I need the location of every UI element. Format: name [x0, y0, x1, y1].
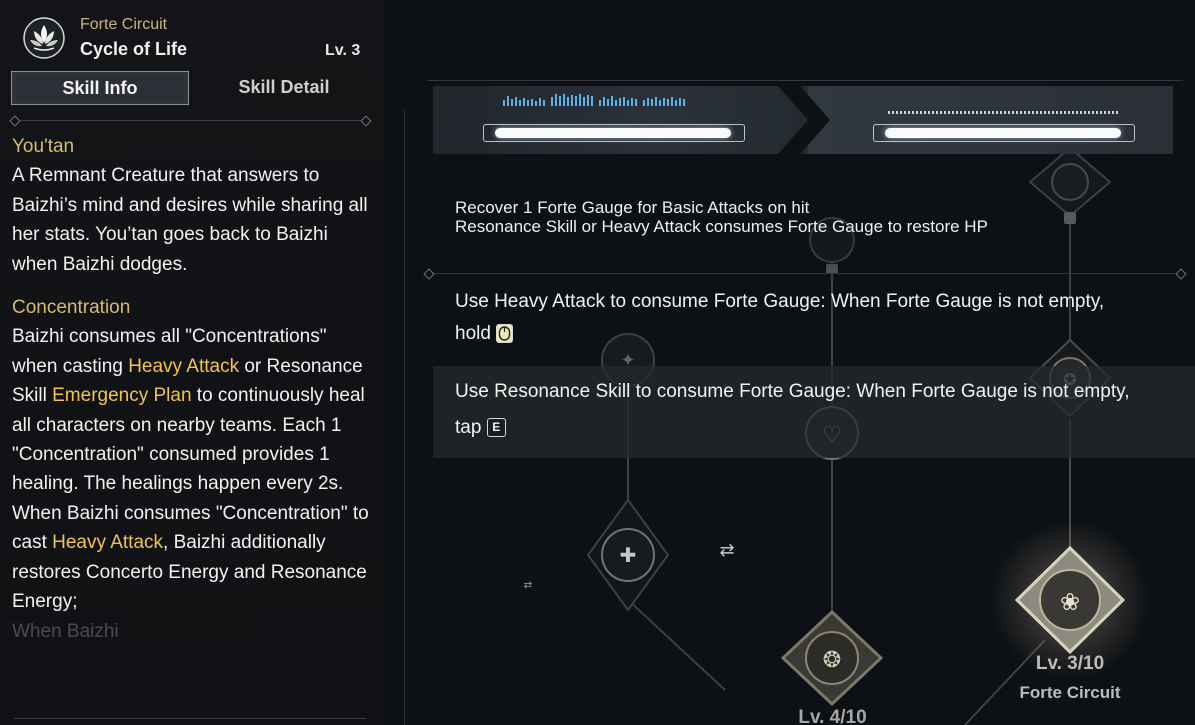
keyword-heavy-attack: Heavy Attack — [52, 532, 164, 554]
heavy-attack-description: Use Heavy Attack to consume Forte Gauge:… — [455, 291, 1105, 312]
tab-skill-info[interactable]: Skill Info — [11, 71, 189, 105]
tip-line-2: Resonance Skill or Heavy Attack consumes… — [455, 217, 988, 236]
tree-node[interactable]: ✚ — [586, 498, 670, 612]
gauge-segment-right — [808, 86, 1173, 154]
tree-node[interactable]: ❂ — [780, 609, 884, 707]
tip-line-1: Recover 1 Forte Gauge for Basic Attacks … — [455, 198, 810, 217]
section-body-concentration-2: When Baizhi consumes "Concentration" to … — [12, 499, 377, 617]
header-subtitle: Forte Circuit — [80, 16, 168, 33]
forte-tree-panel: ✦ ✚ ♡ ✪ ❀ — [405, 0, 1195, 725]
heavy-attack-row: Use Heavy Attack to consume Forte Gauge:… — [433, 286, 1195, 356]
tab-bar: Skill Info Skill Detail — [11, 71, 375, 105]
heavy-attack-action-label: hold — [455, 323, 491, 344]
tab-skill-detail[interactable]: Skill Detail — [196, 71, 372, 103]
svg-text:⇄: ⇄ — [719, 540, 734, 561]
divider — [427, 273, 1183, 274]
divider — [14, 718, 366, 719]
section-body-youtan: A Remnant Creature that answers to Baizh… — [12, 165, 368, 275]
resonance-skill-text: Use Resonance Skill to consume Forte Gau… — [455, 376, 1129, 444]
key-e-icon: E — [486, 418, 506, 438]
forte-gauge — [433, 86, 1173, 154]
divider-diamond-icon — [360, 115, 372, 127]
gauge-fill-left — [495, 128, 731, 138]
skill-header: Forte Circuit Cycle of Life Lv. 3 — [0, 0, 385, 70]
forte-circuit-label: Forte Circuit — [1019, 683, 1121, 702]
resonance-skill-action: tap E — [455, 412, 1129, 444]
svg-text:⇄: ⇄ — [524, 580, 532, 591]
keyword-heavy-attack: Heavy Attack — [128, 355, 240, 377]
skill-info-panel: Forte Circuit Cycle of Life Lv. 3 Skill … — [0, 0, 385, 725]
divider — [427, 80, 1183, 81]
section-body-faded: When Baizhi — [12, 620, 119, 642]
gauge-ticks-right — [888, 102, 1118, 114]
mouse-icon — [496, 324, 514, 344]
section-heading-concentration: Concentration — [12, 297, 131, 319]
resonance-skill-action-label: tap — [455, 417, 482, 438]
heavy-attack-text: Use Heavy Attack to consume Forte Gauge:… — [455, 286, 1104, 350]
lower-node-level: Lv. 4/10 — [798, 707, 867, 725]
forte-tips: Recover 1 Forte Gauge for Basic Attacks … — [455, 198, 988, 236]
heavy-attack-action: hold — [455, 318, 1104, 350]
section-heading-youtan: You'tan — [12, 136, 75, 157]
divider — [14, 120, 366, 121]
svg-text:❀: ❀ — [1060, 588, 1080, 616]
gauge-fill-right — [885, 128, 1121, 138]
resonance-skill-description: Use Resonance Skill to consume Forte Gau… — [455, 381, 1130, 402]
gauge-ticks-left — [503, 94, 685, 106]
svg-text:❂: ❂ — [823, 648, 841, 673]
lotus-icon — [22, 16, 66, 60]
keyword-emergency-plan: Emergency Plan — [52, 385, 192, 407]
divider-diamond-icon — [9, 115, 21, 127]
chevron-right-icon — [778, 86, 830, 154]
skill-level: Lv. 3 — [325, 42, 361, 59]
resonance-skill-row: Use Resonance Skill to consume Forte Gau… — [433, 366, 1195, 458]
skill-description: You'tan A Remnant Creature that answers … — [12, 132, 377, 646]
svg-text:✚: ✚ — [620, 543, 637, 567]
section-body-concentration: Baizhi consumes all "Concentrations" whe… — [12, 322, 377, 498]
tree-node-locked[interactable] — [1028, 146, 1112, 224]
header-title: Cycle of Life — [80, 39, 188, 59]
forte-circuit-level: Lv. 3/10 — [1035, 653, 1105, 674]
